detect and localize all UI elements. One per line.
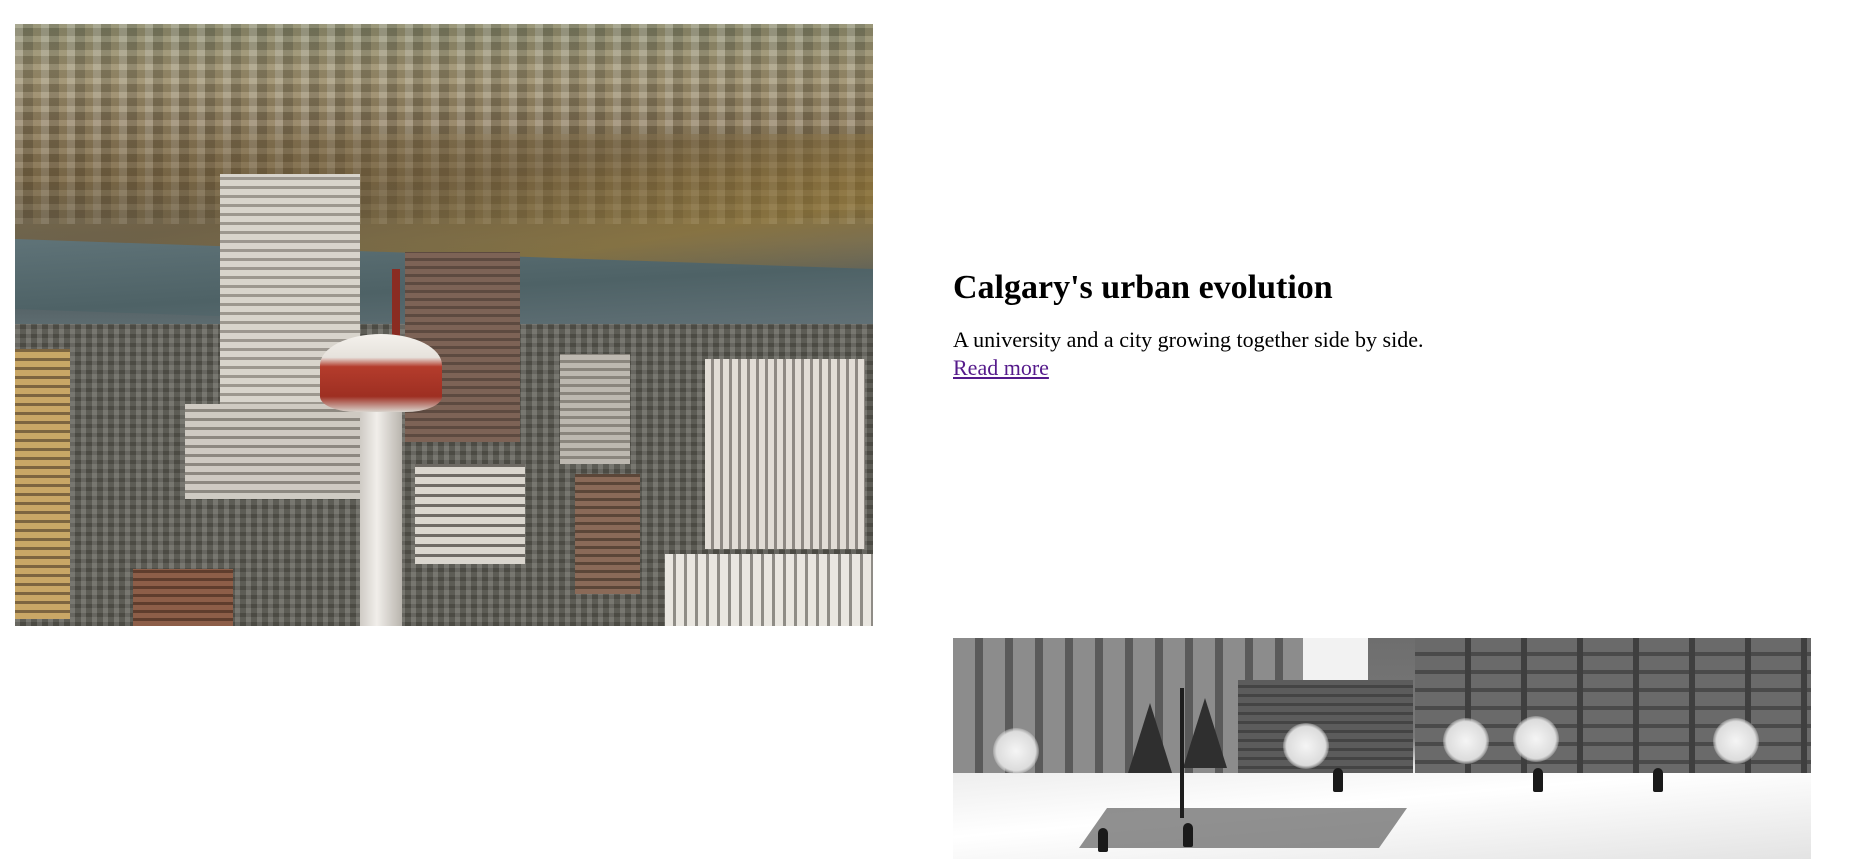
person [1653,768,1663,792]
person [1333,768,1343,792]
read-more-link[interactable]: Read more [953,354,1049,382]
story-description: A university and a city growing together… [953,327,1424,352]
person [1183,823,1193,847]
person [1533,768,1543,792]
story-heading: Calgary's urban evolution [953,269,1333,306]
person [1098,828,1108,852]
aerial-city-photo [15,24,873,626]
campus-winter-photo [953,638,1811,859]
observation-tower [320,334,442,412]
story-block: Calgary's urban evolution A university a… [953,262,1733,382]
page: Calgary's urban evolution A university a… [0,0,1874,859]
